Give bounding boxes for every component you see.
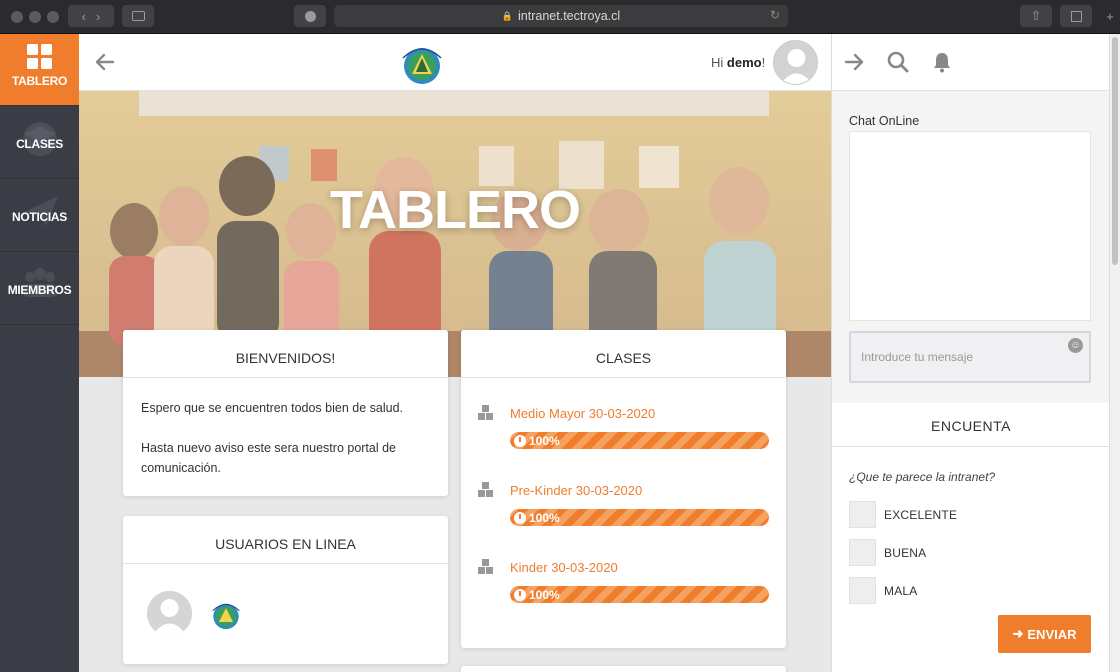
classes-card: CLASES Medio Mayor 30-03-2020 100% Pre-K… [461, 330, 786, 648]
emoji-icon[interactable]: ☺ [1068, 338, 1083, 353]
sidebar-item-label: NOTICIAS [12, 210, 67, 224]
cubes-icon [478, 559, 493, 574]
poll-widget: ENCUENTA ¿Que te parece la intranet? EXC… [832, 403, 1110, 672]
sidebar: TABLERO CLASES NOTICIAS MIEMBROS [0, 34, 79, 672]
class-item: Medio Mayor 30-03-2020 100% [477, 405, 770, 465]
sidebar-item-label: CLASES [16, 137, 63, 151]
card-title: BIENVENIDOS! [123, 330, 448, 378]
progress-bar: 100% [510, 432, 769, 449]
poll-title: ENCUENTA [832, 403, 1110, 447]
online-users-card: USUARIOS EN LINEA [123, 516, 448, 664]
poll-option-mala[interactable]: MALA [849, 577, 1089, 605]
chat-title: Chat OnLine [849, 114, 920, 128]
bell-icon[interactable] [930, 50, 954, 74]
sidebar-item-tablero[interactable]: TABLERO [0, 34, 79, 106]
class-item: Pre-Kinder 30-03-2020 100% [477, 482, 770, 542]
avatar-placeholder-icon [774, 41, 817, 84]
submit-poll-button[interactable]: ➜ ENVIAR [998, 615, 1091, 653]
sidebar-item-clases[interactable]: CLASES [0, 107, 79, 179]
checkbox[interactable] [849, 539, 876, 566]
clock-icon [514, 435, 526, 447]
clock-icon [514, 512, 526, 524]
welcome-text-2: Hasta nuevo aviso este sera nuestro port… [141, 441, 397, 475]
right-panel-header [832, 34, 1110, 91]
class-link[interactable]: Kinder 30-03-2020 [510, 560, 618, 575]
username: demo [726, 55, 762, 70]
checkbox[interactable] [849, 501, 876, 528]
welcome-text-1: Espero que se encuentren todos bien de s… [141, 401, 403, 415]
online-user-logo[interactable] [207, 596, 245, 634]
class-link[interactable]: Pre-Kinder 30-03-2020 [510, 483, 642, 498]
poll-option-buena[interactable]: BUENA [849, 539, 1089, 567]
browser-back-icon[interactable]: ‹ [82, 9, 86, 24]
top-header: Hi demo! [79, 34, 831, 91]
progress-label: 100% [514, 588, 560, 602]
reload-icon[interactable]: ↻ [770, 8, 780, 22]
shield-icon [304, 10, 316, 22]
sidebar-item-label: TABLERO [11, 74, 67, 88]
tabs-icon [1070, 10, 1082, 22]
privacy-shield-button[interactable] [294, 5, 326, 27]
class-item: Kinder 30-03-2020 100% [477, 559, 770, 619]
chat-placeholder: Introduce tu mensaje [861, 350, 974, 364]
lock-icon: 🔒 [501, 10, 514, 21]
maximize-window-button[interactable] [47, 11, 59, 23]
next-card [461, 666, 786, 672]
chat-message-input[interactable]: Introduce tu mensaje ☺ [849, 331, 1091, 383]
poll-option-label: EXCELENTE [884, 508, 958, 522]
user-avatar[interactable] [773, 40, 818, 85]
share-button[interactable]: ⇧ [1020, 5, 1052, 27]
online-user-avatar[interactable] [147, 591, 192, 636]
forward-arrow-icon[interactable] [842, 50, 866, 74]
poll-option-excelente[interactable]: EXCELENTE [849, 501, 1089, 529]
class-link[interactable]: Medio Mayor 30-03-2020 [510, 406, 655, 421]
back-arrow-icon[interactable] [93, 50, 117, 74]
sidebar-item-noticias[interactable]: NOTICIAS [0, 180, 79, 252]
right-panel: Chat OnLine Introduce tu mensaje ☺ ENCUE… [831, 34, 1110, 672]
plus-icon: + [1106, 8, 1114, 24]
cubes-icon [478, 482, 493, 497]
card-title: CLASES [461, 330, 786, 378]
scrollbar-thumb[interactable] [1112, 37, 1118, 265]
chat-messages[interactable] [849, 131, 1091, 321]
close-window-button[interactable] [11, 11, 23, 23]
arrow-right-icon: ➜ [1012, 626, 1024, 641]
welcome-card: BIENVENIDOS! Espero que se encuentren to… [123, 330, 448, 496]
progress-label: 100% [514, 511, 560, 525]
progress-bar: 100% [510, 586, 769, 603]
address-bar[interactable]: 🔒 intranet.tectroya.cl ↻ [334, 5, 788, 27]
page-scrollbar[interactable] [1109, 34, 1120, 672]
search-icon[interactable] [886, 50, 910, 74]
browser-toolbar: ‹ › 🔒 intranet.tectroya.cl ↻ ⇧ + [0, 0, 1120, 34]
minimize-window-button[interactable] [29, 11, 41, 23]
avatar-placeholder-icon [147, 591, 192, 636]
sidebar-toggle-button[interactable] [122, 5, 154, 27]
user-greeting: Hi demo! [711, 55, 766, 70]
sidebar-item-label: MIEMBROS [7, 283, 72, 297]
grid-icon [27, 44, 52, 69]
share-icon: ⇧ [1030, 8, 1042, 23]
address-bar-url: intranet.tectroya.cl [518, 9, 621, 23]
new-tab-button[interactable]: + [1100, 5, 1120, 27]
tabs-overview-button[interactable] [1060, 5, 1092, 27]
progress-label: 100% [514, 434, 560, 448]
sidebar-toggle-icon [131, 11, 145, 21]
card-title: USUARIOS EN LINEA [123, 516, 448, 564]
browser-forward-icon[interactable]: › [96, 9, 100, 24]
history-nav-buttons[interactable]: ‹ › [68, 5, 114, 27]
checkbox[interactable] [849, 577, 876, 604]
school-logo[interactable] [395, 38, 449, 90]
poll-option-label: BUENA [884, 546, 927, 560]
clock-icon [514, 589, 526, 601]
sidebar-item-miembros[interactable]: MIEMBROS [0, 253, 79, 325]
page-title: TABLERO [330, 180, 581, 240]
poll-question: ¿Que te parece la intranet? [849, 470, 996, 484]
cubes-icon [478, 405, 493, 420]
progress-bar: 100% [510, 509, 769, 526]
poll-option-label: MALA [884, 584, 918, 598]
